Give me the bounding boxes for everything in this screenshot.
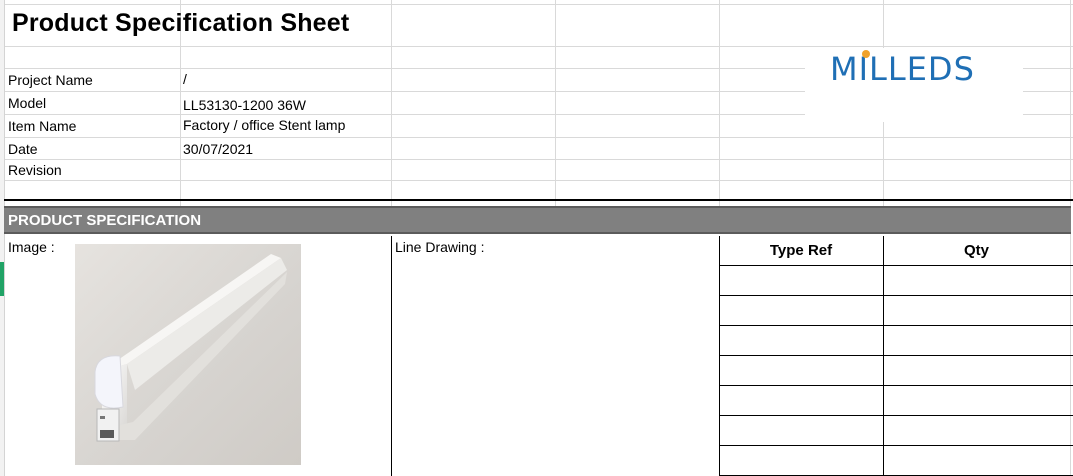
qty-header: Qty (963, 242, 989, 259)
project-name-label: Project Name (8, 72, 93, 88)
page-title: Product Specification Sheet (12, 9, 350, 37)
table-row-border (719, 385, 1073, 386)
table-row-border (719, 355, 1073, 356)
date-label: Date (8, 141, 38, 157)
revision-label: Revision (8, 162, 62, 178)
product-photo (75, 244, 301, 465)
model-label: Model (8, 95, 47, 111)
table-row-border (719, 445, 1073, 446)
section-divider (4, 199, 1073, 201)
table-row-border (719, 295, 1073, 296)
drawing-cell-border (391, 236, 392, 476)
row-header-strip (0, 0, 5, 476)
table-row-border (719, 415, 1073, 416)
item-name-value[interactable]: Factory / office Stent lamp (183, 117, 345, 133)
table-header-border (719, 265, 1073, 266)
table-mid-border (883, 236, 884, 476)
company-logo: MILLEDS (830, 50, 975, 88)
logo-accent-dot (862, 50, 870, 58)
date-value[interactable]: 30/07/2021 (183, 141, 253, 157)
item-name-label: Item Name (8, 118, 77, 134)
model-value[interactable]: LL53130-1200 36W (183, 97, 306, 113)
project-name-value[interactable]: / (183, 71, 187, 87)
selected-row-marker (0, 262, 4, 296)
type-ref-header: Type Ref (769, 242, 833, 259)
table-row-border (719, 325, 1073, 326)
line-drawing-label: Line Drawing : (395, 239, 485, 255)
table-left-border (719, 236, 720, 476)
section-title: PRODUCT SPECIFICATION (8, 212, 202, 229)
image-label: Image : (8, 239, 55, 255)
stent-lamp-image (94, 254, 287, 442)
